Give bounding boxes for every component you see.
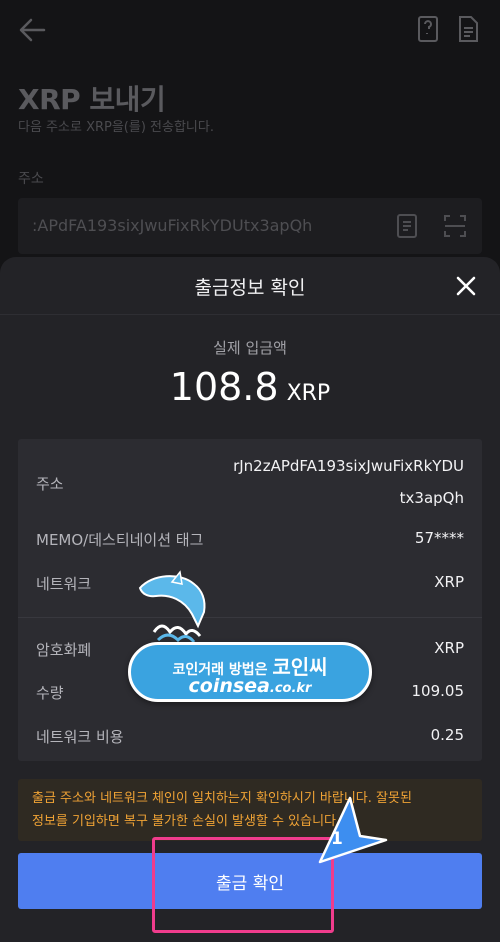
amount-unit: XRP xyxy=(286,381,331,406)
dolphin-icon xyxy=(138,570,206,643)
amount-value: 108.8 xyxy=(169,365,279,409)
info-row-label: 수량 xyxy=(36,684,64,702)
info-row-label: 주소 xyxy=(36,475,64,493)
sheet-title: 출금정보 확인 xyxy=(194,277,306,299)
page-subtitle: 다음 주소로 XRP을(를) 전송합니다. xyxy=(18,120,214,135)
info-row-label: 네트워크 비용 xyxy=(36,728,124,746)
back-arrow-icon[interactable] xyxy=(14,12,50,48)
info-row-label: 네트워크 xyxy=(36,575,92,593)
actual-deposit-amount: 108.8 XRP xyxy=(0,365,500,409)
warning-line: 정보를 기입하면 복구 불가한 손실이 발생할 수 있습니다 xyxy=(32,814,337,829)
sheet-header: 출금정보 확인 xyxy=(0,257,500,315)
top-bar xyxy=(0,0,500,60)
actual-deposit-label: 실제 입금액 xyxy=(213,339,287,357)
info-row-value: XRP xyxy=(434,573,464,591)
document-icon[interactable] xyxy=(454,14,482,44)
info-row-value-continued: tx3apQh xyxy=(399,489,464,507)
info-row-value: 0.25 xyxy=(430,726,464,744)
address-input[interactable]: :APdFA193sixJwuFixRkYDUtx3apQh xyxy=(18,198,482,254)
close-icon[interactable] xyxy=(452,272,480,300)
step-pointer-icon xyxy=(318,796,388,864)
warning-line: 출금 주소와 네트워크 체인이 일치하는지 확인하시기 바랍니다. 잘못된 xyxy=(32,791,412,806)
watermark-domain: coinsea xyxy=(188,675,270,697)
info-row-value: 109.05 xyxy=(411,682,465,700)
watermark-logo: 코인거래 방법은 코인씨 coinsea.co.kr xyxy=(120,570,380,710)
info-row-label: 암호화폐 xyxy=(36,641,92,659)
info-row-value: XRP xyxy=(434,639,464,657)
watermark-tld: .co.kr xyxy=(269,681,312,696)
page-title: XRP 보내기 xyxy=(18,83,166,116)
watermark-badge: 코인거래 방법은 코인씨 coinsea.co.kr xyxy=(128,642,372,702)
info-row-value: rJn2zAPdFA193sixJwuFixRkYDU xyxy=(233,457,464,475)
contacts-icon[interactable] xyxy=(394,212,420,240)
warning-message: 출금 주소와 네트워크 체인이 일치하는지 확인하시기 바랍니다. 잘못된 정보… xyxy=(18,779,482,841)
info-row-value: 57**** xyxy=(414,529,464,547)
address-book-icon[interactable] xyxy=(414,14,442,44)
scan-icon[interactable] xyxy=(442,212,468,240)
step-number: 1 xyxy=(331,829,343,849)
info-row-label: MEMO/데스티네이션 태그 xyxy=(36,531,204,549)
address-input-value: :APdFA193sixJwuFixRkYDUtx3apQh xyxy=(32,216,313,235)
address-label: 주소 xyxy=(18,171,44,187)
watermark-line2: coinsea.co.kr xyxy=(131,675,369,697)
confirm-withdraw-button[interactable]: 출금 확인 xyxy=(18,853,482,909)
